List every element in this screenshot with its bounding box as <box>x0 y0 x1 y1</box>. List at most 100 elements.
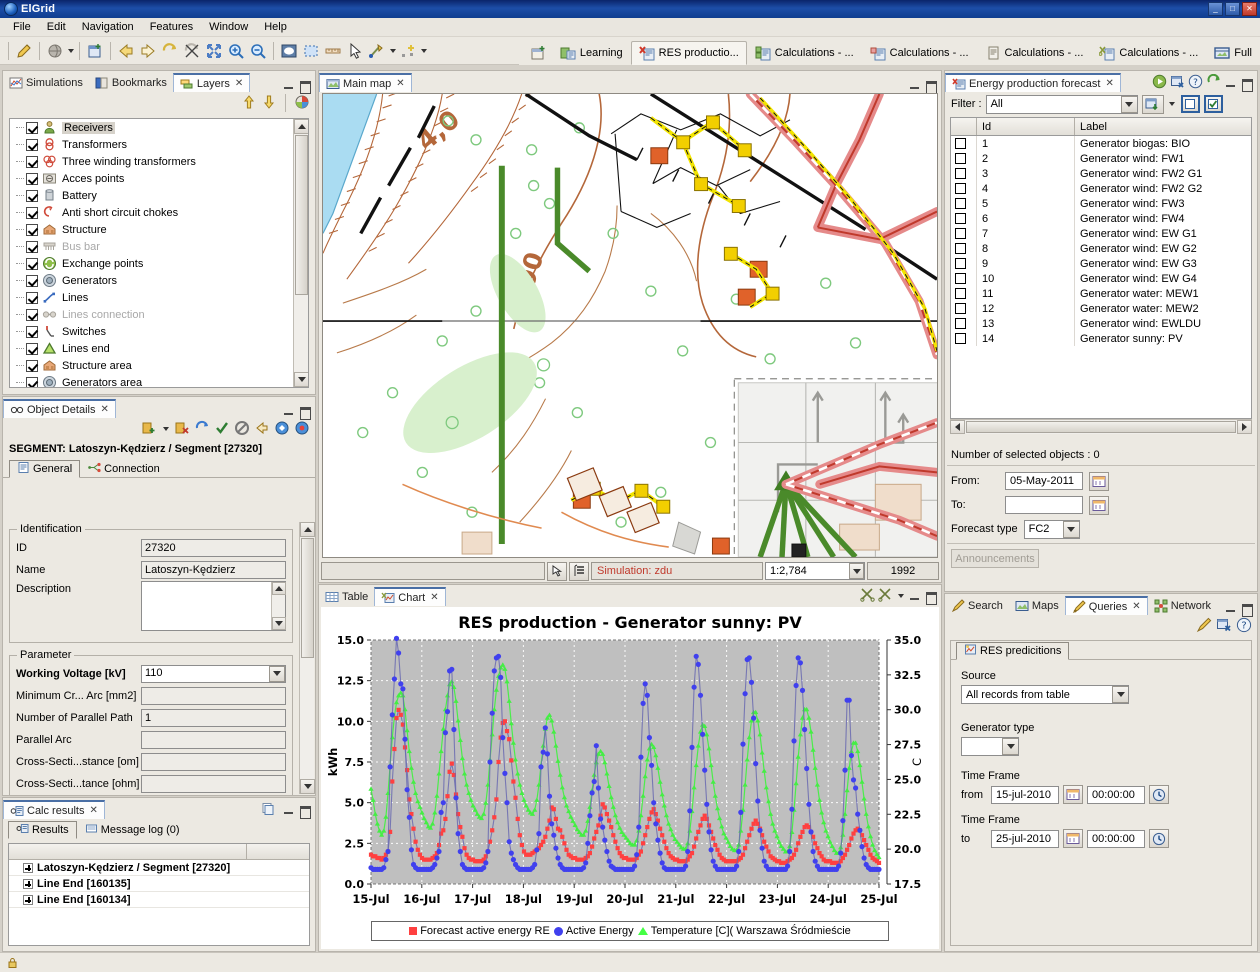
calc-result-row[interactable]: Line End [160135] <box>9 876 309 892</box>
description-textarea[interactable] <box>141 581 286 631</box>
select-rectangle-icon[interactable] <box>300 40 322 62</box>
source-combo[interactable]: All records from table <box>961 685 1129 704</box>
deselect-all-button[interactable] <box>1180 95 1200 113</box>
row-checkbox-cell[interactable] <box>951 241 977 256</box>
new-window-icon[interactable] <box>84 40 106 62</box>
layer-item-three-winding-transformers[interactable]: Three winding transformers <box>10 153 293 170</box>
scroll-down-icon[interactable] <box>294 372 308 387</box>
close-icon[interactable]: ✕ <box>89 805 97 816</box>
table-row[interactable]: 12 Generator water: MEW2 <box>951 301 1251 316</box>
column-label[interactable]: Label <box>1075 118 1251 135</box>
table-row[interactable]: 7 Generator wind: EW G1 <box>951 226 1251 241</box>
minimum-cross-arc-value[interactable] <box>141 686 286 705</box>
close-icon[interactable]: ✕ <box>100 404 108 415</box>
maximize-panel-button[interactable] <box>298 804 311 819</box>
help-icon[interactable]: ? <box>1188 74 1203 92</box>
subtab-results[interactable]: Results <box>8 821 77 839</box>
to-date-input[interactable] <box>1005 496 1083 514</box>
parallel-arc-value[interactable] <box>141 730 286 749</box>
layer-item-receivers[interactable]: Receivers <box>10 119 293 136</box>
perspective-tab-calculations-1[interactable]: Calculations - ... <box>747 41 862 65</box>
scroll-down-icon[interactable] <box>300 779 315 794</box>
chevron-down-icon[interactable] <box>849 563 864 579</box>
perspective-tab-full[interactable]: Full <box>1206 41 1260 65</box>
maximize-panel-button[interactable] <box>1240 602 1253 617</box>
layer-visibility-checkbox[interactable] <box>26 189 38 202</box>
globe-dropdown-caret-icon[interactable] <box>66 41 75 61</box>
minimize-button[interactable]: _ <box>1208 2 1223 16</box>
close-icon[interactable]: ✕ <box>1132 601 1140 612</box>
maximize-panel-button[interactable] <box>298 79 311 94</box>
table-row[interactable]: 5 Generator wind: FW3 <box>951 196 1251 211</box>
layer-visibility-checkbox[interactable] <box>26 325 38 338</box>
delete-object-icon[interactable] <box>174 420 190 439</box>
scroll-down-icon[interactable] <box>272 617 286 630</box>
subtab-connection[interactable]: Connection <box>80 459 168 477</box>
draw-line-icon[interactable] <box>366 40 388 62</box>
layer-visibility-checkbox[interactable] <box>26 274 38 287</box>
row-checkbox[interactable] <box>955 168 966 179</box>
zoom-in-icon[interactable] <box>225 40 247 62</box>
time-to-clock-icon[interactable] <box>1149 829 1169 848</box>
minimize-panel-button[interactable] <box>282 405 295 418</box>
description-scrollbar[interactable] <box>271 582 286 630</box>
table-row[interactable]: 4 Generator wind: FW2 G2 <box>951 181 1251 196</box>
table-row[interactable]: 13 Generator wind: EWLDU <box>951 316 1251 331</box>
minimize-panel-button[interactable] <box>282 79 295 92</box>
refresh-icon[interactable] <box>159 40 181 62</box>
scroll-up-icon[interactable] <box>272 582 286 595</box>
row-checkbox[interactable] <box>955 288 966 299</box>
maximize-panel-button[interactable] <box>1240 77 1253 92</box>
grid-column-name[interactable] <box>9 844 247 859</box>
tab-energy-production-forecast[interactable]: Energy production forecast ✕ <box>945 73 1121 92</box>
perspective-tab-learning[interactable]: Learning <box>552 41 631 65</box>
layer-item-generators-area[interactable]: Generators area <box>10 374 293 387</box>
clear-selection-icon[interactable] <box>181 40 203 62</box>
grid-column-value[interactable] <box>247 844 309 859</box>
layer-visibility-checkbox[interactable] <box>26 257 38 270</box>
object-details-scrollbar-track[interactable] <box>299 522 315 794</box>
chart-options-caret-icon[interactable] <box>896 586 905 606</box>
chevron-down-icon[interactable] <box>1002 738 1018 755</box>
tab-table[interactable]: Table <box>319 587 374 606</box>
close-icon[interactable]: ✕ <box>430 592 438 603</box>
ruler-icon[interactable] <box>322 40 344 62</box>
table-row[interactable]: 8 Generator wind: EW G2 <box>951 241 1251 256</box>
layer-item-battery[interactable]: Battery <box>10 187 293 204</box>
layer-item-lines-end[interactable]: Lines end <box>10 340 293 357</box>
cross-section-resistance-om-value[interactable] <box>141 752 286 771</box>
calc-result-row[interactable]: Latoszyn-Kędzierz / Segment [27320] <box>9 860 309 876</box>
row-checkbox-cell[interactable] <box>951 211 977 226</box>
layer-item-generators[interactable]: Generators <box>10 272 293 289</box>
move-layer-up-icon[interactable] <box>241 94 257 113</box>
expand-icon[interactable] <box>23 878 33 889</box>
close-button[interactable]: ✕ <box>1242 2 1257 16</box>
expand-icon[interactable] <box>23 862 33 873</box>
menu-file[interactable]: File <box>5 19 39 35</box>
chart-series-options-icon[interactable] <box>878 587 893 605</box>
column-id[interactable]: Id <box>977 118 1075 135</box>
chart-canvas[interactable]: RES production - Generator sunny: PV 0.0… <box>321 607 939 949</box>
subtab-res-predictions[interactable]: RES predicitions <box>956 642 1070 660</box>
parallel-path-count-value[interactable]: 1 <box>141 708 286 727</box>
map-select-mode-icon[interactable] <box>547 561 567 581</box>
chart-settings-icon[interactable] <box>860 587 875 605</box>
tab-network[interactable]: Network <box>1148 596 1217 615</box>
layer-item-bus-bar[interactable]: Bus bar <box>10 238 293 255</box>
layer-item-structure[interactable]: Structure <box>10 221 293 238</box>
time-from-calendar-icon[interactable] <box>1063 785 1083 804</box>
forecast-type-combo[interactable]: FC2 <box>1023 519 1080 539</box>
maximize-panel-button[interactable] <box>924 590 937 605</box>
layer-visibility-checkbox[interactable] <box>26 240 38 253</box>
tab-queries[interactable]: Queries ✕ <box>1064 596 1148 615</box>
refresh-object-icon[interactable] <box>194 420 210 439</box>
to-calendar-icon[interactable] <box>1089 495 1109 515</box>
layer-visibility-checkbox[interactable] <box>26 223 38 236</box>
layer-visibility-checkbox[interactable] <box>26 206 38 219</box>
layer-item-exchange-points[interactable]: Exchange points <box>10 255 293 272</box>
from-date-input[interactable]: 05-May-2011 <box>1005 472 1083 490</box>
table-row[interactable]: 14 Generator sunny: PV <box>951 331 1251 346</box>
chevron-down-icon[interactable] <box>1062 520 1079 538</box>
calc-results-grid[interactable]: Latoszyn-Kędzierz / Segment [27320] Line … <box>8 843 310 946</box>
tab-object-details[interactable]: Object Details ✕ <box>3 399 116 418</box>
